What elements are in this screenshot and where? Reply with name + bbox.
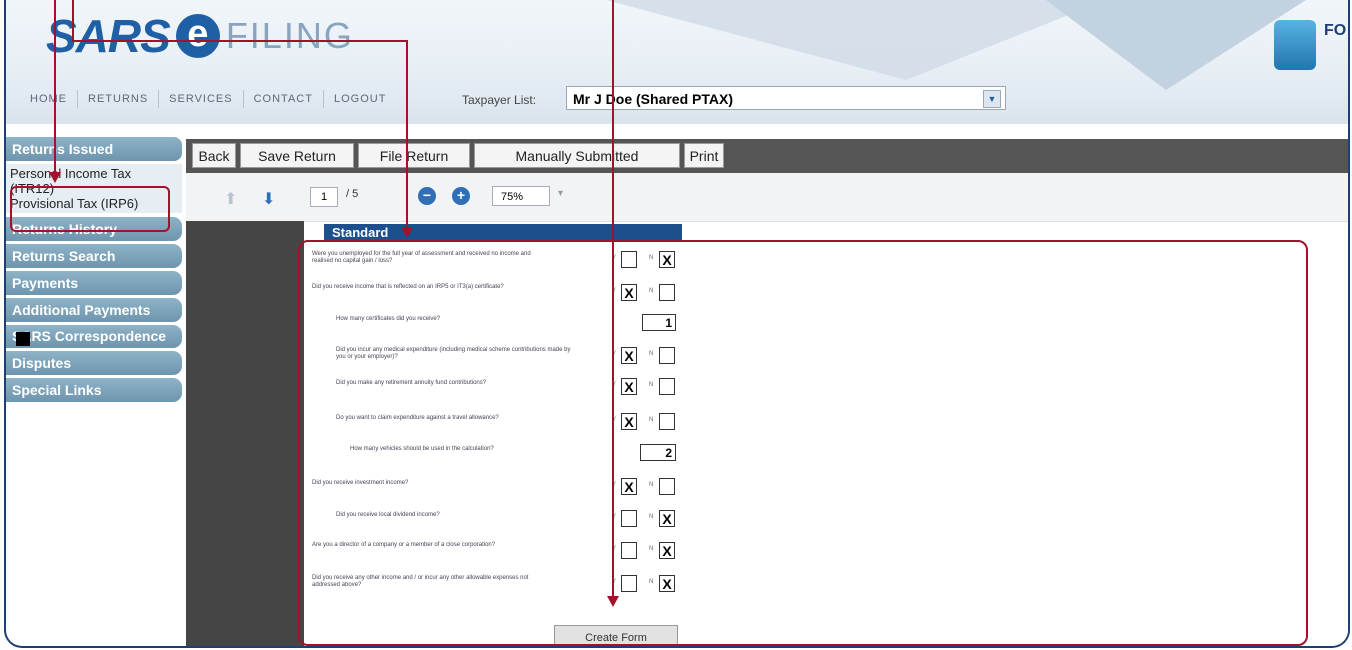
- nav-home[interactable]: HOME: [20, 90, 78, 108]
- sidebar-payments[interactable]: Payments: [6, 271, 182, 295]
- sidebar-returns-search[interactable]: Returns Search: [6, 244, 182, 268]
- browser-frame: SARS e FILING FO HOME RETURNS SERVICES C…: [4, 0, 1350, 648]
- sidebar-special-links[interactable]: Special Links: [6, 378, 182, 402]
- manually-submitted-button[interactable]: Manually Submitted: [474, 143, 680, 168]
- logo-filing-text: FILING: [225, 15, 354, 56]
- taxpayer-list-label: Taxpayer List:: [462, 93, 537, 107]
- sidebar-additional-payments[interactable]: Additional Payments: [6, 298, 182, 322]
- folder-icon[interactable]: [1274, 20, 1316, 70]
- sidebar-disputes[interactable]: Disputes: [6, 351, 182, 375]
- sidebar: Returns Issued Personal Income Tax (ITR1…: [6, 137, 182, 405]
- logo-e-circle: e: [175, 14, 220, 58]
- nav-contact[interactable]: CONTACT: [244, 90, 324, 108]
- header-decoration: [1046, 0, 1306, 90]
- nav-returns[interactable]: RETURNS: [78, 90, 160, 108]
- sars-efiling-logo[interactable]: SARS e FILING: [46, 6, 354, 66]
- form-section-title: Standard: [324, 224, 682, 241]
- zoom-out-icon[interactable]: −: [418, 187, 436, 205]
- nav-services[interactable]: SERVICES: [159, 90, 244, 108]
- sidebar-item-personal-income-tax[interactable]: Personal Income Tax: [10, 166, 178, 181]
- pdf-controls: ⬆ ⬇ 1 / 5 − + 75% ▾: [186, 173, 1348, 222]
- arrow-icon: [607, 596, 619, 607]
- next-page-icon[interactable]: ⬇: [262, 189, 275, 209]
- folder-label: FO: [1324, 22, 1347, 39]
- back-button[interactable]: Back: [192, 143, 236, 168]
- chevron-down-icon[interactable]: ▼: [983, 90, 1001, 108]
- top-navigation: HOME RETURNS SERVICES CONTACT LOGOUT: [20, 90, 396, 108]
- cursor-marker: [16, 332, 30, 346]
- arrow-icon: [49, 172, 61, 183]
- zoom-level-select[interactable]: 75%: [492, 186, 550, 206]
- header-banner: SARS e FILING FO HOME RETURNS SERVICES C…: [6, 0, 1348, 124]
- annotation-line: [406, 40, 408, 228]
- sidebar-returns-issued[interactable]: Returns Issued: [6, 137, 182, 161]
- document-gutter: [186, 221, 304, 646]
- chevron-down-icon[interactable]: ▾: [558, 188, 563, 199]
- annotation-line: [72, 40, 408, 42]
- sidebar-sars-correspondence[interactable]: SARS Correspondence: [6, 325, 182, 348]
- save-return-button[interactable]: Save Return: [240, 143, 354, 168]
- header-decoration: [606, 0, 1106, 80]
- previous-page-icon[interactable]: ⬆: [224, 189, 237, 209]
- annotation-line: [72, 0, 74, 42]
- taxpayer-list-select[interactable]: Mr J Doe (Shared PTAX) ▼: [566, 86, 1006, 110]
- logo-sars-text: SARS: [46, 10, 171, 62]
- file-return-button[interactable]: File Return: [358, 143, 470, 168]
- taxpayer-selected-value: Mr J Doe (Shared PTAX): [573, 91, 733, 107]
- nav-logout[interactable]: LOGOUT: [324, 90, 396, 108]
- annotation-line: [612, 0, 614, 598]
- highlight-box-form: [298, 240, 1308, 646]
- page-number-input[interactable]: 1: [310, 187, 338, 207]
- zoom-in-icon[interactable]: +: [452, 187, 470, 205]
- page-total: / 5: [346, 188, 359, 200]
- annotation-line: [54, 0, 56, 174]
- arrow-icon: [401, 227, 413, 238]
- print-button[interactable]: Print: [684, 143, 724, 168]
- highlight-box-sidebar: [10, 186, 170, 232]
- return-toolbar: Back Save Return File Return Manually Su…: [186, 139, 1348, 173]
